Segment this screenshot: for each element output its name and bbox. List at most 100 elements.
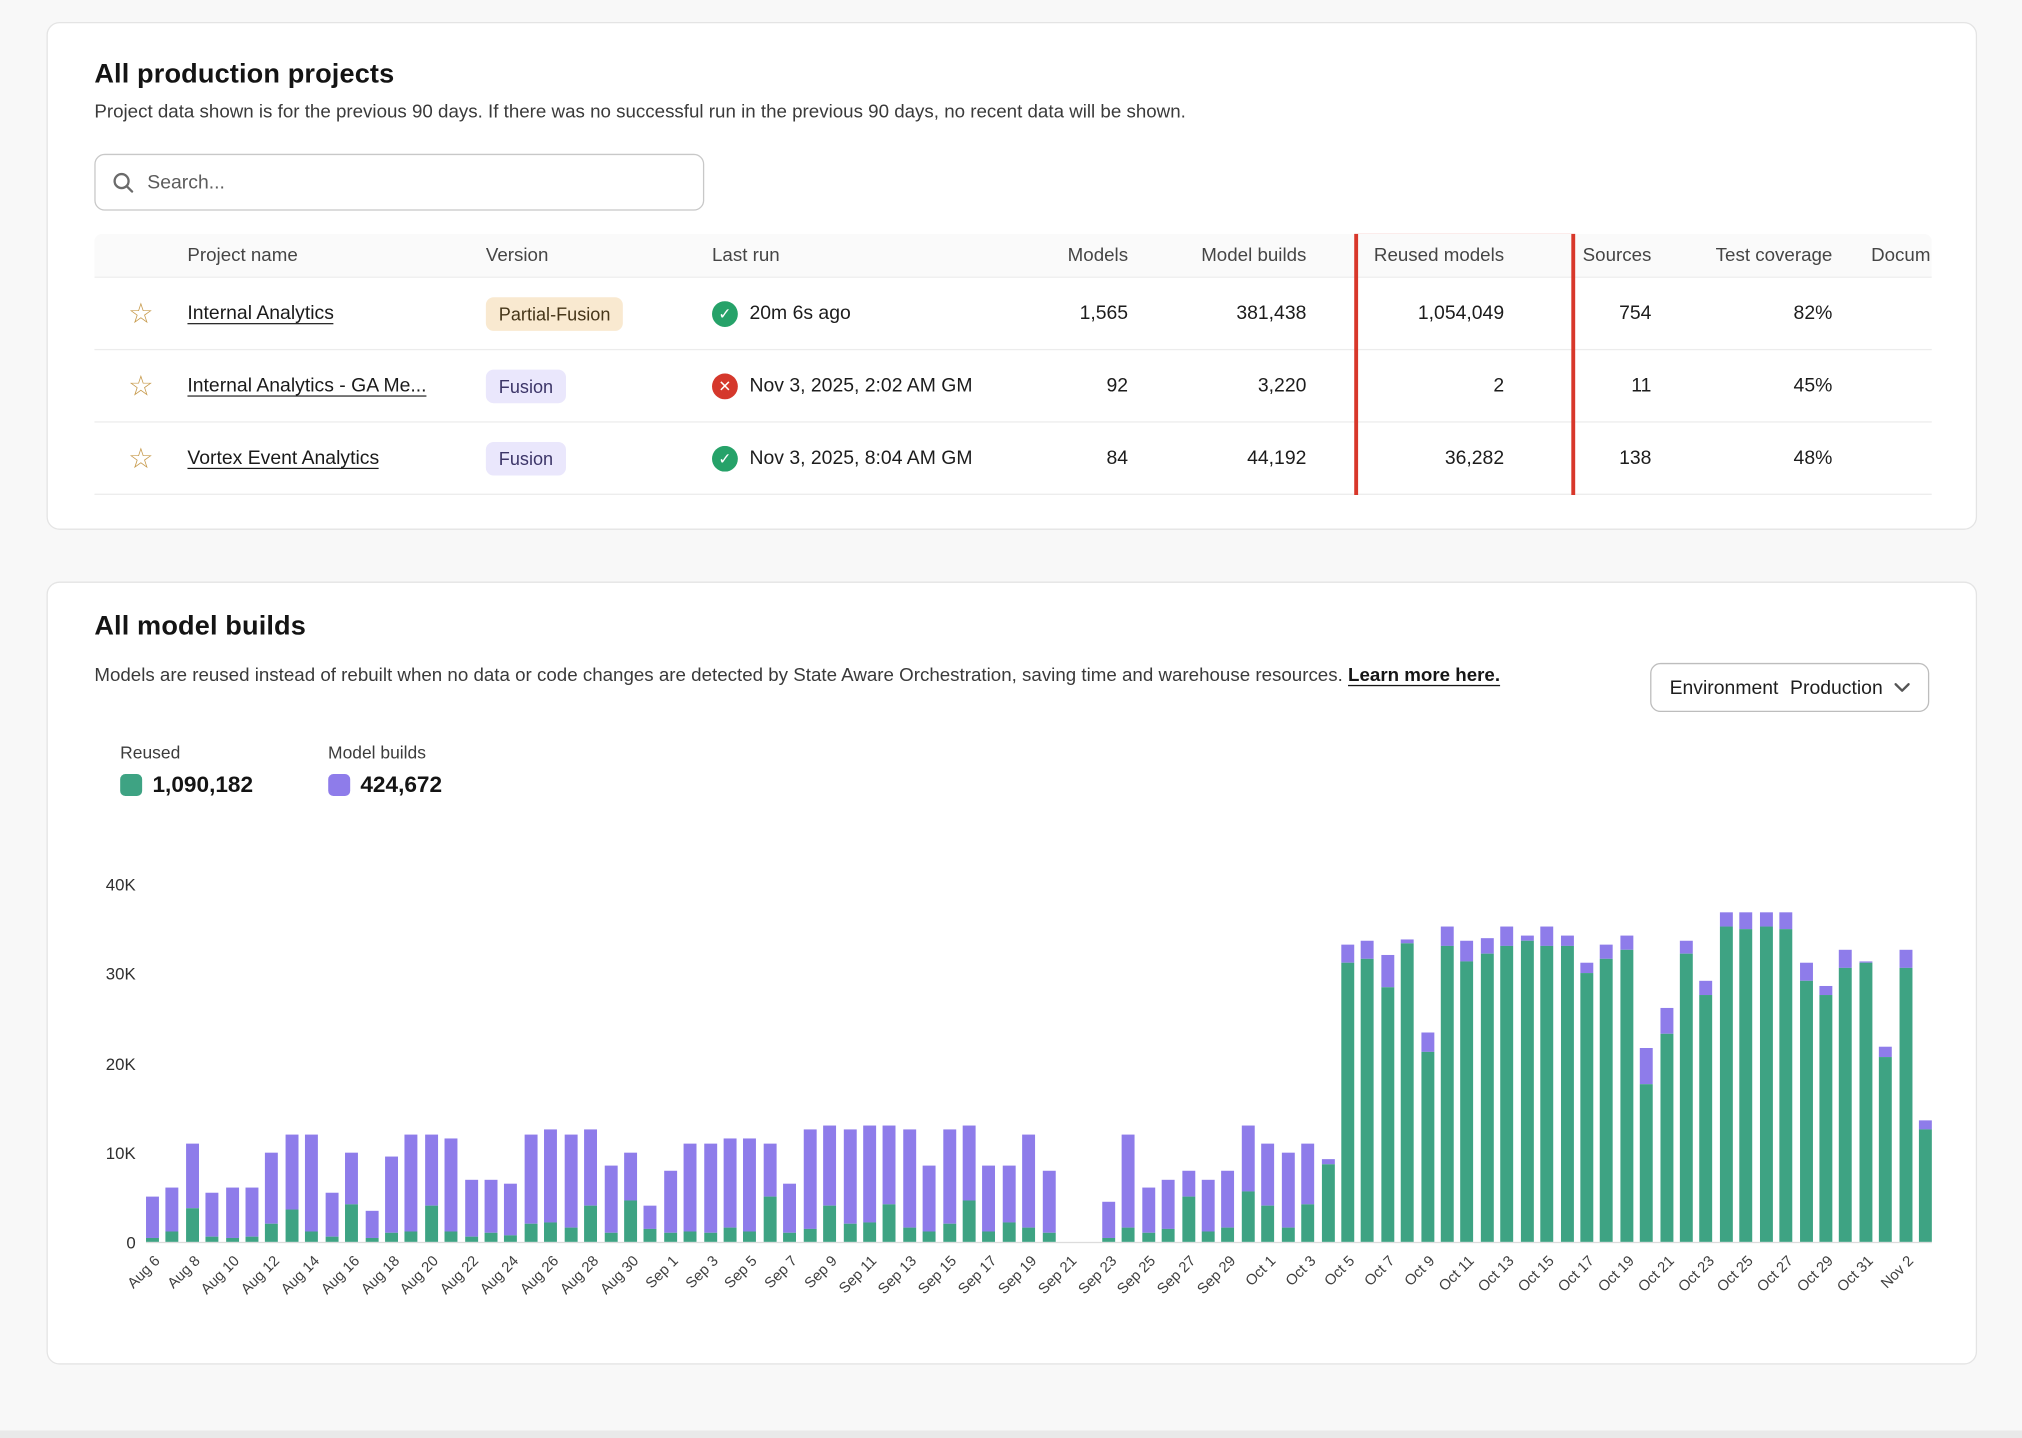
project-link[interactable]: Vortex Event Analytics: [187, 447, 379, 469]
stacked-bar[interactable]: [166, 1188, 179, 1242]
stacked-bar[interactable]: [983, 1166, 996, 1242]
stacked-bar[interactable]: [305, 1134, 318, 1241]
environment-dropdown[interactable]: Environment Production: [1650, 663, 1929, 712]
stacked-bar[interactable]: [1182, 1170, 1195, 1242]
stacked-bar[interactable]: [1022, 1134, 1035, 1241]
stacked-bar[interactable]: [1003, 1166, 1016, 1242]
stacked-bar[interactable]: [1520, 936, 1533, 1242]
stacked-bar[interactable]: [445, 1139, 458, 1242]
stacked-bar[interactable]: [505, 1184, 518, 1242]
stacked-bar[interactable]: [365, 1211, 378, 1242]
stacked-bar[interactable]: [843, 1130, 856, 1242]
stacked-bar[interactable]: [385, 1157, 398, 1242]
stacked-bar[interactable]: [664, 1170, 677, 1242]
stacked-bar[interactable]: [903, 1130, 916, 1242]
favorite-star-icon[interactable]: ☆: [128, 299, 154, 327]
stacked-bar[interactable]: [1481, 938, 1494, 1242]
projects-table: Project name Version Last run Models Mod…: [94, 234, 1932, 495]
stacked-bar[interactable]: [1919, 1120, 1932, 1242]
stacked-bar[interactable]: [1779, 913, 1792, 1242]
stacked-bar[interactable]: [1341, 945, 1354, 1242]
stacked-bar[interactable]: [266, 1152, 279, 1241]
stacked-bar[interactable]: [1819, 986, 1832, 1242]
stacked-bar[interactable]: [1361, 941, 1374, 1242]
stacked-bar[interactable]: [783, 1184, 796, 1242]
stacked-bar[interactable]: [764, 1143, 777, 1241]
stacked-bar[interactable]: [1899, 950, 1912, 1242]
stacked-bar[interactable]: [1301, 1143, 1314, 1241]
stacked-bar[interactable]: [863, 1126, 876, 1242]
stacked-bar[interactable]: [485, 1179, 498, 1242]
stacked-bar[interactable]: [1740, 913, 1753, 1242]
stacked-bar[interactable]: [1222, 1170, 1235, 1242]
stacked-bar[interactable]: [1600, 945, 1613, 1242]
stacked-bar[interactable]: [1242, 1126, 1255, 1242]
stacked-bar[interactable]: [1640, 1049, 1653, 1242]
stacked-bar[interactable]: [1461, 941, 1474, 1242]
stacked-bar[interactable]: [963, 1126, 976, 1242]
search-input[interactable]: [147, 171, 687, 193]
project-link[interactable]: Internal Analytics: [187, 302, 334, 324]
stacked-bar[interactable]: [584, 1130, 597, 1242]
stacked-bar[interactable]: [1441, 927, 1454, 1242]
stacked-bar[interactable]: [1859, 961, 1872, 1242]
stacked-bar[interactable]: [644, 1206, 657, 1242]
stacked-bar[interactable]: [1162, 1179, 1175, 1242]
stacked-bar[interactable]: [1839, 950, 1852, 1242]
stacked-bar[interactable]: [604, 1166, 617, 1242]
stacked-bar[interactable]: [206, 1193, 219, 1242]
stacked-bar[interactable]: [1102, 1202, 1115, 1242]
stacked-bar[interactable]: [226, 1188, 239, 1242]
stacked-bar[interactable]: [1540, 927, 1553, 1242]
stacked-bar[interactable]: [1281, 1152, 1294, 1241]
stacked-bar[interactable]: [246, 1188, 259, 1242]
stacked-bar[interactable]: [1321, 1160, 1334, 1242]
stacked-bar[interactable]: [186, 1143, 199, 1241]
stacked-bar[interactable]: [1580, 963, 1593, 1242]
favorite-star-icon[interactable]: ☆: [128, 372, 154, 400]
stacked-bar[interactable]: [1879, 1047, 1892, 1242]
stacked-bar[interactable]: [1620, 936, 1633, 1242]
stacked-bar[interactable]: [823, 1126, 836, 1242]
stacked-bar[interactable]: [883, 1126, 896, 1242]
favorite-star-icon[interactable]: ☆: [128, 444, 154, 472]
stacked-bar[interactable]: [544, 1130, 557, 1242]
stacked-bar[interactable]: [325, 1193, 338, 1242]
stacked-bar[interactable]: [1501, 927, 1514, 1242]
project-link[interactable]: Internal Analytics - GA Me...: [187, 375, 426, 397]
stacked-bar[interactable]: [345, 1152, 358, 1241]
stacked-bar[interactable]: [923, 1166, 936, 1242]
stacked-bar[interactable]: [1401, 939, 1414, 1241]
stacked-bar[interactable]: [704, 1143, 717, 1241]
stacked-bar[interactable]: [624, 1152, 637, 1241]
stacked-bar[interactable]: [1720, 913, 1733, 1242]
stacked-bar[interactable]: [1142, 1188, 1155, 1242]
model-builds-count: 381,438: [1138, 302, 1316, 324]
stacked-bar[interactable]: [1680, 941, 1693, 1242]
stacked-bar[interactable]: [1042, 1170, 1055, 1242]
stacked-bar[interactable]: [285, 1134, 298, 1241]
stacked-bar[interactable]: [1381, 955, 1394, 1241]
stacked-bar[interactable]: [1262, 1143, 1275, 1241]
stacked-bar[interactable]: [803, 1130, 816, 1242]
stacked-bar[interactable]: [524, 1134, 537, 1241]
stacked-bar[interactable]: [1660, 1007, 1673, 1241]
stacked-bar[interactable]: [1122, 1134, 1135, 1241]
stacked-bar[interactable]: [684, 1143, 697, 1241]
stacked-bar[interactable]: [1421, 1032, 1434, 1241]
stacked-bar[interactable]: [564, 1134, 577, 1241]
project-search[interactable]: [94, 154, 704, 211]
stacked-bar[interactable]: [744, 1139, 757, 1242]
learn-more-link[interactable]: Learn more here.: [1348, 666, 1500, 687]
stacked-bar[interactable]: [724, 1139, 737, 1242]
stacked-bar[interactable]: [943, 1130, 956, 1242]
stacked-bar[interactable]: [465, 1179, 478, 1242]
stacked-bar[interactable]: [405, 1134, 418, 1241]
stacked-bar[interactable]: [1700, 981, 1713, 1242]
stacked-bar[interactable]: [1560, 936, 1573, 1242]
stacked-bar[interactable]: [1799, 963, 1812, 1242]
stacked-bar[interactable]: [146, 1197, 159, 1242]
stacked-bar[interactable]: [1760, 913, 1773, 1242]
stacked-bar[interactable]: [425, 1134, 438, 1241]
stacked-bar[interactable]: [1202, 1179, 1215, 1242]
